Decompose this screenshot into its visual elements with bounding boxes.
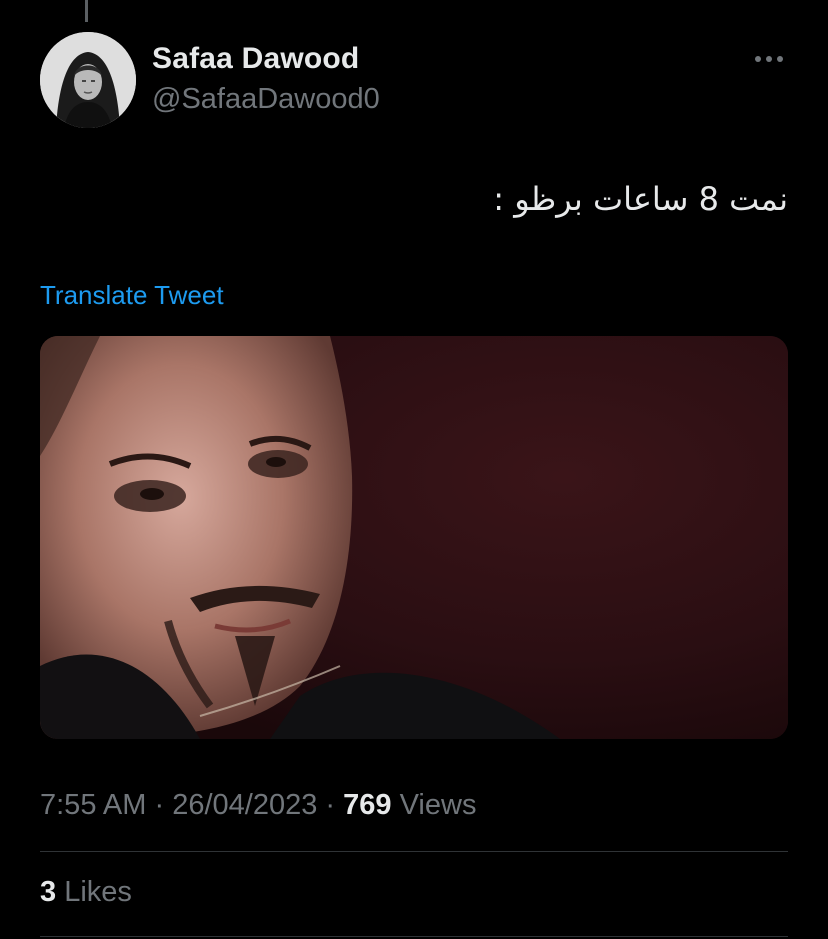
meta-separator: · [325, 789, 336, 821]
tweet-date[interactable]: 26/04/2023 [172, 789, 317, 821]
divider [40, 936, 788, 937]
photo-image [40, 336, 788, 739]
more-options-button[interactable] [748, 46, 790, 72]
likes-stat[interactable]: 3 Likes [40, 876, 132, 909]
translate-tweet-link[interactable]: Translate Tweet [40, 280, 224, 311]
tweet-metadata: 7:55 AM · 26/04/2023 · 769 Views [40, 789, 476, 822]
views-count: 769 [343, 789, 392, 821]
views-label: Views [399, 789, 477, 821]
divider [40, 851, 788, 852]
likes-label: Likes [64, 876, 132, 908]
more-horizontal-icon [755, 56, 783, 62]
likes-count: 3 [40, 876, 57, 908]
author-display-name[interactable]: Safaa Dawood [152, 42, 359, 76]
thread-connector-line [85, 0, 88, 22]
avatar[interactable] [40, 32, 136, 128]
tweet-text: نمت 8 ساعات برظو : [493, 180, 788, 218]
tweet-media-photo[interactable] [40, 336, 788, 739]
meta-separator: · [154, 789, 165, 821]
user-avatar-icon [40, 32, 136, 128]
tweet-time[interactable]: 7:55 AM [40, 789, 146, 821]
author-handle[interactable]: @SafaaDawood0 [152, 83, 380, 116]
